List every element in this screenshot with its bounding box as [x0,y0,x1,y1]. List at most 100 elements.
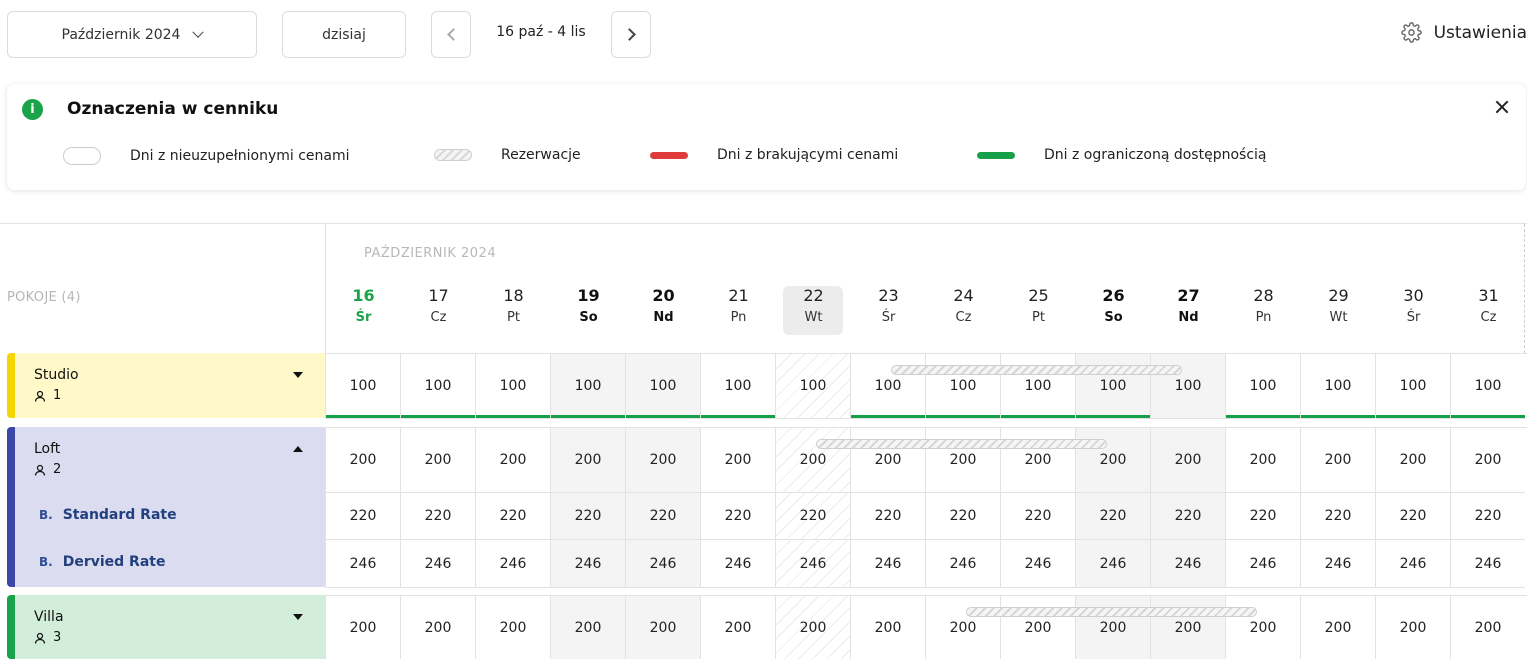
price-cell[interactable]: 220 [850,493,925,540]
price-cell[interactable]: 200 [1300,428,1375,493]
day-header[interactable]: 26 So [1076,286,1151,325]
price-cell[interactable]: 200 [625,428,700,493]
price-cell[interactable]: 100 [1375,354,1450,419]
price-cell[interactable]: 200 [850,596,925,659]
price-cell[interactable]: 246 [550,540,625,588]
price-cell[interactable]: 200 [1075,428,1150,493]
price-cell[interactable]: 220 [325,493,400,540]
price-cell[interactable]: 100 [1000,354,1075,419]
day-header[interactable]: 24 Cz [926,286,1001,325]
price-cell[interactable]: 200 [550,596,625,659]
caret-down-icon[interactable] [293,614,303,620]
price-cell[interactable]: 220 [625,493,700,540]
price-cell[interactable]: 200 [1450,428,1525,493]
price-cell[interactable]: 220 [475,493,550,540]
price-cell[interactable]: 100 [475,354,550,419]
price-cell[interactable]: 246 [1225,540,1300,588]
price-cell[interactable]: 220 [700,493,775,540]
settings-button[interactable]: Ustawienia [1400,22,1527,43]
price-cell[interactable]: 200 [1375,428,1450,493]
close-icon[interactable] [1495,100,1509,114]
price-cell[interactable]: 200 [325,428,400,493]
price-cell[interactable]: 200 [1150,428,1225,493]
day-header[interactable]: 17 Cz [401,286,476,325]
price-cell[interactable]: 200 [775,428,850,493]
price-cell[interactable]: 220 [775,493,850,540]
price-cell[interactable]: 100 [1150,354,1225,419]
caret-down-icon[interactable] [293,372,303,378]
price-cell[interactable]: 220 [1375,493,1450,540]
price-cell[interactable]: 246 [325,540,400,588]
price-cell[interactable]: 100 [1075,354,1150,419]
price-cell[interactable]: 220 [1450,493,1525,540]
price-cell[interactable]: 220 [400,493,475,540]
price-cell[interactable]: 220 [1300,493,1375,540]
price-cell[interactable]: 100 [775,354,850,419]
day-header[interactable]: 16 Śr [326,286,401,325]
price-cell[interactable]: 246 [1000,540,1075,588]
price-cell[interactable]: 220 [550,493,625,540]
price-cell[interactable]: 200 [1075,596,1150,659]
day-header[interactable]: 28 Pn [1226,286,1301,325]
rate-label[interactable]: B. Standard Rate [39,507,177,523]
price-cell[interactable]: 100 [400,354,475,419]
price-cell[interactable]: 200 [1150,596,1225,659]
price-cell[interactable]: 246 [475,540,550,588]
day-header[interactable]: 20 Nd [626,286,701,325]
day-header[interactable]: 25 Pt [1001,286,1076,325]
price-cell[interactable]: 220 [1225,493,1300,540]
price-cell[interactable]: 246 [400,540,475,588]
price-cell[interactable]: 200 [1225,428,1300,493]
day-header[interactable]: 30 Śr [1376,286,1451,325]
price-cell[interactable]: 100 [850,354,925,419]
day-header[interactable]: 31 Cz [1451,286,1526,325]
price-cell[interactable]: 200 [1000,596,1075,659]
day-header[interactable]: 27 Nd [1151,286,1226,325]
price-cell[interactable]: 200 [925,596,1000,659]
price-cell[interactable]: 100 [700,354,775,419]
price-cell[interactable]: 200 [925,428,1000,493]
today-button[interactable]: dzisiaj [282,11,406,58]
price-cell[interactable]: 200 [475,428,550,493]
price-cell[interactable]: 200 [850,428,925,493]
price-cell[interactable]: 246 [625,540,700,588]
price-cell[interactable]: 200 [400,428,475,493]
price-cell[interactable]: 246 [1300,540,1375,588]
price-cell[interactable]: 200 [1375,596,1450,659]
price-cell[interactable]: 100 [1300,354,1375,419]
price-cell[interactable]: 200 [1000,428,1075,493]
price-cell[interactable]: 200 [700,596,775,659]
price-cell[interactable]: 246 [700,540,775,588]
day-header[interactable]: 22 Wt [776,286,851,325]
prev-period-button[interactable] [431,11,471,58]
price-cell[interactable]: 100 [1225,354,1300,419]
price-cell[interactable]: 200 [775,596,850,659]
price-cell[interactable]: 246 [850,540,925,588]
day-header[interactable]: 29 Wt [1301,286,1376,325]
price-cell[interactable]: 220 [1150,493,1225,540]
price-cell[interactable]: 200 [325,596,400,659]
caret-up-icon[interactable] [293,446,303,452]
price-cell[interactable]: 200 [1450,596,1525,659]
price-cell[interactable]: 246 [775,540,850,588]
reservation-bar[interactable] [966,607,1257,617]
price-cell[interactable]: 200 [700,428,775,493]
price-cell[interactable]: 246 [925,540,1000,588]
price-cell[interactable]: 220 [925,493,1000,540]
price-cell[interactable]: 200 [475,596,550,659]
month-select[interactable]: Październik 2024 [7,11,257,58]
price-cell[interactable]: 220 [1000,493,1075,540]
price-cell[interactable]: 246 [1375,540,1450,588]
price-cell[interactable]: 220 [1075,493,1150,540]
reservation-bar[interactable] [816,439,1107,449]
day-header[interactable]: 19 So [551,286,626,325]
price-cell[interactable]: 200 [1225,596,1300,659]
price-cell[interactable]: 246 [1075,540,1150,588]
next-period-button[interactable] [611,11,651,58]
day-header[interactable]: 21 Pn [701,286,776,325]
price-cell[interactable]: 246 [1150,540,1225,588]
day-header[interactable]: 18 Pt [476,286,551,325]
price-cell[interactable]: 200 [550,428,625,493]
reservation-bar[interactable] [891,365,1182,375]
price-cell[interactable]: 100 [550,354,625,419]
